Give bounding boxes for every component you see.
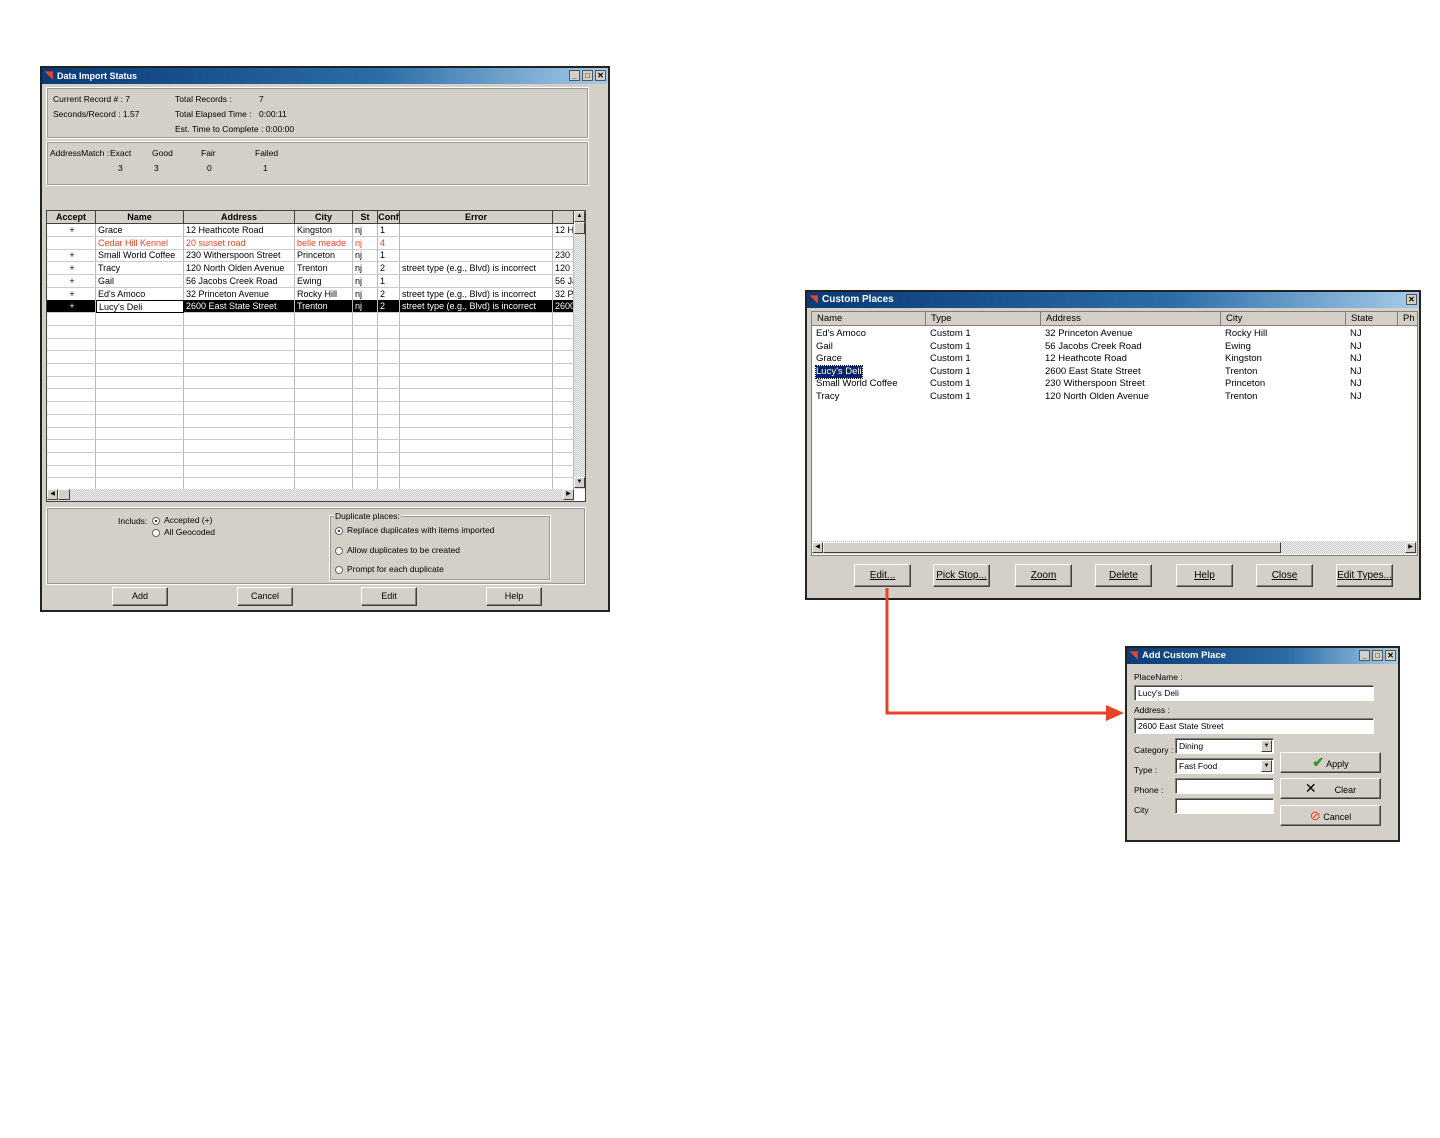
maximize-button[interactable]: □ xyxy=(1372,650,1383,661)
window-title: Add Custom Place xyxy=(1142,650,1226,661)
cancel-button[interactable]: ⊘ Cancel xyxy=(1280,805,1381,826)
address-label: Address : xyxy=(1134,705,1170,715)
city-input[interactable] xyxy=(1175,798,1274,814)
cancel-icon: ⊘ xyxy=(1309,808,1321,823)
category-label: Category : xyxy=(1134,745,1174,755)
city-label: City xyxy=(1134,805,1149,815)
type-select[interactable]: Fast Food ▼ xyxy=(1175,758,1274,774)
minimize-button[interactable]: _ xyxy=(1359,650,1370,661)
app-icon: ◥ xyxy=(1130,650,1138,661)
chevron-down-icon[interactable]: ▼ xyxy=(1261,760,1272,772)
apply-button[interactable]: ✔ Apply xyxy=(1280,752,1381,773)
placename-input[interactable]: Lucy's Deli xyxy=(1134,685,1374,701)
chevron-down-icon[interactable]: ▼ xyxy=(1261,740,1272,752)
category-select[interactable]: Dining ▼ xyxy=(1175,738,1274,754)
x-icon: ✕ xyxy=(1304,780,1317,796)
close-button[interactable]: ✕ xyxy=(1385,650,1396,661)
type-label: Type : xyxy=(1134,765,1158,775)
placename-label: PlaceName : xyxy=(1134,672,1183,682)
clear-button[interactable]: ✕ Clear xyxy=(1280,778,1381,799)
title-bar[interactable]: ◥ Add Custom Place _ □ ✕ xyxy=(1127,648,1398,664)
check-icon: ✔ xyxy=(1312,754,1325,770)
flow-arrow xyxy=(885,588,1124,721)
phone-input[interactable] xyxy=(1175,778,1274,794)
add-custom-place-window: ◥ Add Custom Place _ □ ✕ PlaceName : Lucy… xyxy=(1125,646,1400,842)
address-input[interactable]: 2600 East State Street xyxy=(1134,718,1374,734)
phone-label: Phone : xyxy=(1134,785,1164,795)
